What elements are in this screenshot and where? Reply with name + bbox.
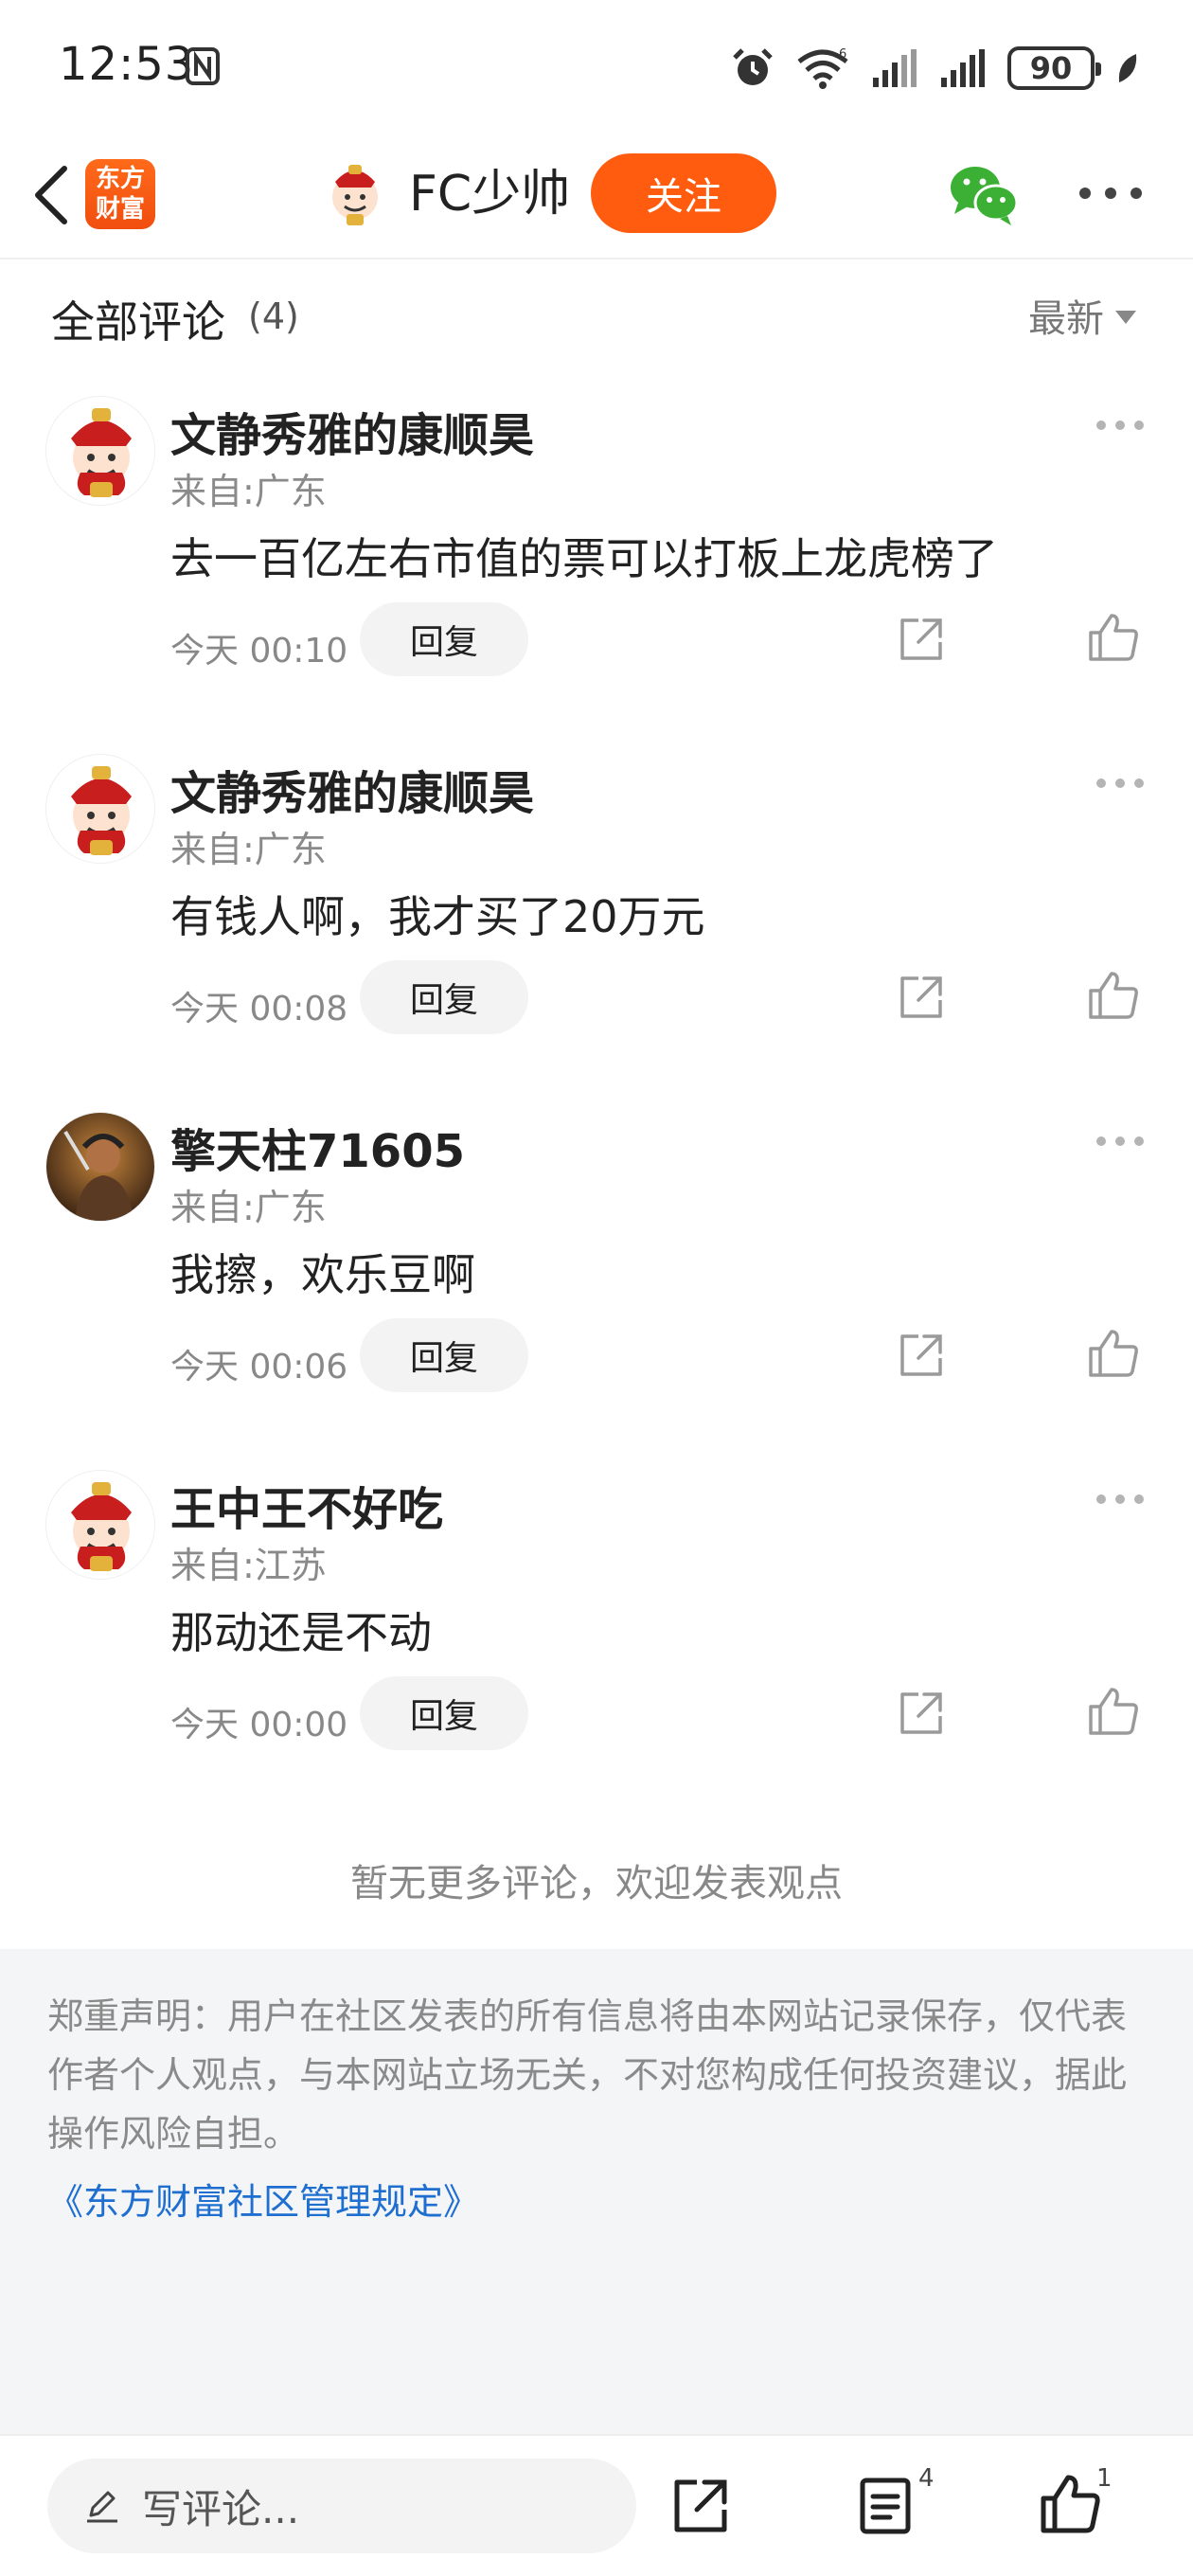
like-icon[interactable] <box>1087 1328 1140 1379</box>
top-nav-bar: 东方 财富 FC少帅 关注 <box>0 133 1193 259</box>
comment-item: 文静秀雅的康顺昊 来自:广东 去一百亿左右市值的票可以打板上龙虎榜了 今天 00… <box>0 388 1193 746</box>
comment-more-icon[interactable] <box>1096 1136 1144 1150</box>
status-bar: 12:53 6 90 <box>0 0 1193 133</box>
more-options-icon[interactable] <box>1079 174 1142 212</box>
pencil-icon <box>87 2491 117 2523</box>
sort-label: 最新 <box>1028 297 1104 341</box>
comments-list-icon[interactable] <box>858 2476 915 2536</box>
commenter-name[interactable]: 文静秀雅的康顺昊 <box>170 756 534 822</box>
signal-icon-1 <box>873 49 917 87</box>
comment-text: 去一百亿左右市值的票可以打板上龙虎榜了 <box>170 533 998 584</box>
write-comment-input[interactable]: 写评论... <box>47 2459 636 2553</box>
author-name[interactable]: FC少帅 <box>409 163 570 225</box>
share-icon[interactable] <box>672 2478 729 2534</box>
comment-text: 有钱人啊，我才买了20万元 <box>170 891 705 942</box>
comment-placeholder: 写评论... <box>142 2485 300 2532</box>
comments-count-badge: 4 <box>918 2464 935 2493</box>
no-more-comments-text: 暂无更多评论，欢迎发表观点 <box>350 1862 843 1905</box>
like-icon[interactable] <box>1087 612 1140 663</box>
comments-count: (4) <box>248 295 299 337</box>
comment-item: 文静秀雅的康顺昊 来自:广东 有钱人啊，我才买了20万元 今天 00:08 回复 <box>0 746 1193 1104</box>
back-button[interactable] <box>21 157 81 233</box>
alarm-icon <box>733 48 773 85</box>
disclaimer-panel: 郑重声明：用户在社区发表的所有信息将由本网站记录保存，仅代表作者个人观点，与本网… <box>0 1949 1193 2434</box>
author-avatar[interactable] <box>322 161 388 227</box>
commenter-name[interactable]: 王中王不好吃 <box>170 1472 443 1538</box>
battery-level: 90 <box>1029 50 1073 86</box>
back-arrow-icon <box>35 166 67 224</box>
commenter-location: 来自:江苏 <box>170 1545 327 1586</box>
reply-button[interactable]: 回复 <box>360 1676 528 1750</box>
comment-time: 今天 00:08 <box>170 990 348 1029</box>
like-icon[interactable] <box>1040 2474 1100 2534</box>
commenter-name[interactable]: 文静秀雅的康顺昊 <box>170 398 534 464</box>
like-icon[interactable] <box>1087 1686 1140 1737</box>
sort-dropdown[interactable]: 最新 <box>1028 288 1136 343</box>
comments-title: 全部评论 <box>51 296 225 348</box>
wechat-share-icon[interactable] <box>947 161 1019 227</box>
nfc-icon <box>186 47 220 85</box>
follow-button[interactable]: 关注 <box>591 153 776 233</box>
app-logo[interactable]: 东方 财富 <box>85 159 155 229</box>
share-icon[interactable] <box>898 616 945 663</box>
reply-button[interactable]: 回复 <box>360 1318 528 1392</box>
reply-button[interactable]: 回复 <box>360 602 528 676</box>
comment-text: 那动还是不动 <box>170 1607 432 1658</box>
comment-text: 我擦，欢乐豆啊 <box>170 1249 475 1300</box>
comment-time: 今天 00:00 <box>170 1706 348 1744</box>
dropdown-triangle-icon <box>1115 311 1136 324</box>
caishen-avatar[interactable] <box>45 1470 155 1580</box>
share-icon[interactable] <box>898 1690 945 1737</box>
share-icon[interactable] <box>898 1332 945 1379</box>
community-rules-link[interactable]: 《东方财富社区管理规定》 <box>47 2173 479 2225</box>
comment-more-icon[interactable] <box>1096 1494 1144 1508</box>
svg-text:6: 6 <box>839 47 846 62</box>
disclaimer-text: 郑重声明：用户在社区发表的所有信息将由本网站记录保存，仅代表作者个人观点，与本网… <box>47 1995 1128 2155</box>
comment-time: 今天 00:06 <box>170 1348 348 1386</box>
bottom-action-bar: 写评论... 4 1 <box>0 2434 1193 2576</box>
wifi-icon: 6 <box>797 47 848 89</box>
comment-more-icon[interactable] <box>1096 778 1144 792</box>
comment-time: 今天 00:10 <box>170 632 348 671</box>
commenter-location: 来自:广东 <box>170 829 327 870</box>
commenter-location: 来自:广东 <box>170 471 327 512</box>
battery-indicator: 90 <box>1007 46 1101 90</box>
comments-header: 全部评论 (4) 最新 <box>0 261 1193 375</box>
like-icon[interactable] <box>1087 970 1140 1021</box>
comment-item: 擎天柱71605 来自:广东 我擦，欢乐豆啊 今天 00:06 回复 <box>0 1104 1193 1462</box>
like-count-badge: 1 <box>1096 2464 1113 2493</box>
status-time: 12:53 <box>59 38 195 91</box>
reply-button[interactable]: 回复 <box>360 960 528 1034</box>
comment-more-icon[interactable] <box>1096 420 1144 434</box>
share-icon[interactable] <box>898 974 945 1021</box>
commenter-name[interactable]: 擎天柱71605 <box>170 1114 465 1180</box>
signal-icon-2 <box>941 49 985 87</box>
leaf-icon <box>1118 54 1137 82</box>
warrior-avatar[interactable] <box>45 1112 155 1222</box>
commenter-location: 来自:广东 <box>170 1187 327 1228</box>
caishen-avatar[interactable] <box>45 754 155 864</box>
caishen-avatar[interactable] <box>45 396 155 506</box>
comment-item: 王中王不好吃 来自:江苏 那动还是不动 今天 00:00 回复 <box>0 1462 1193 1820</box>
